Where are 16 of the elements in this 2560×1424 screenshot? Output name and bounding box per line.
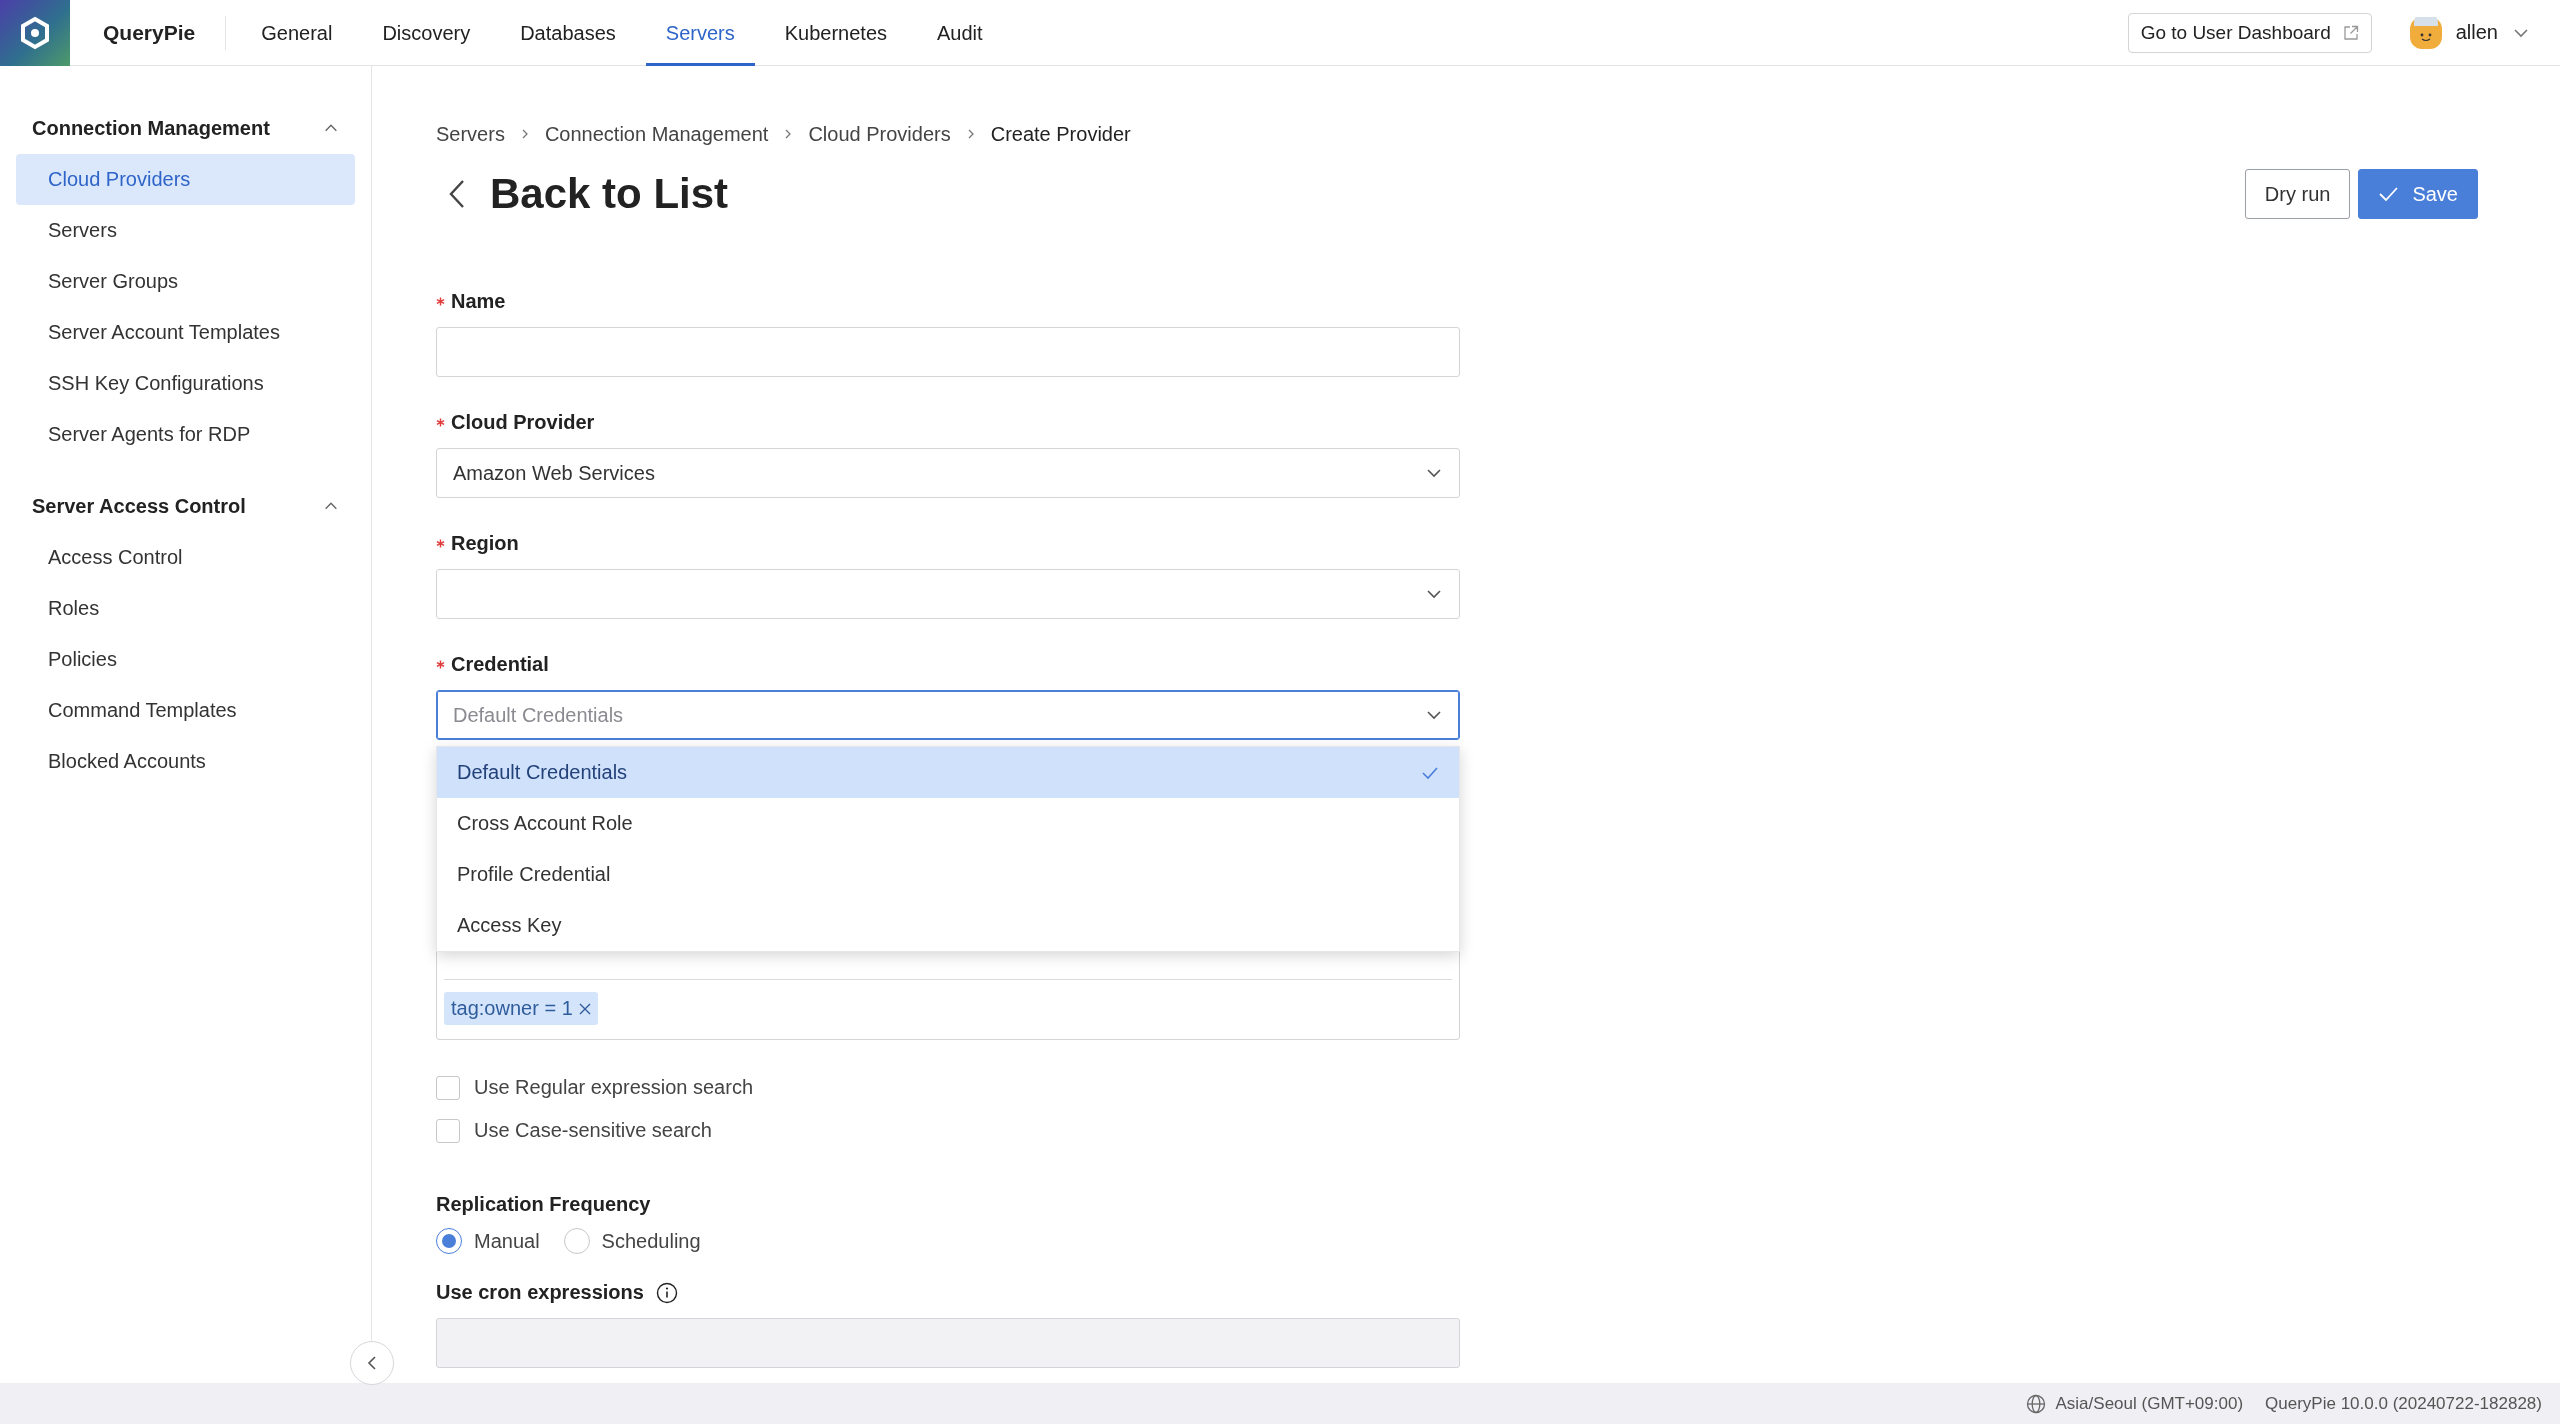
field-label: Name bbox=[436, 290, 1460, 313]
field-label: Replication Frequency bbox=[436, 1193, 652, 1216]
section-title: Connection Management bbox=[32, 116, 270, 140]
field-label: Credential bbox=[436, 653, 1460, 676]
checkbox-label: Use Regular expression search bbox=[474, 1076, 754, 1099]
field-label: Use cron expressions bbox=[436, 1281, 1460, 1304]
field-label: Region bbox=[436, 532, 1460, 555]
filter-tag: tag:owner = 1 bbox=[444, 992, 598, 1025]
section-title: Server Access Control bbox=[32, 494, 246, 518]
radio-label: Scheduling bbox=[601, 1229, 701, 1253]
version-text: QueryPie 10.0.0 (20240722-182828) bbox=[2265, 1393, 2542, 1414]
checkbox-label: Use Case-sensitive search bbox=[474, 1119, 712, 1142]
timezone-text: Asia/Seoul (GMT+09:00) bbox=[2055, 1393, 2244, 1414]
field-label: Cloud Provider bbox=[436, 411, 1460, 434]
radio-label: Manual bbox=[474, 1229, 540, 1253]
app-name: QueryPie bbox=[103, 20, 196, 45]
